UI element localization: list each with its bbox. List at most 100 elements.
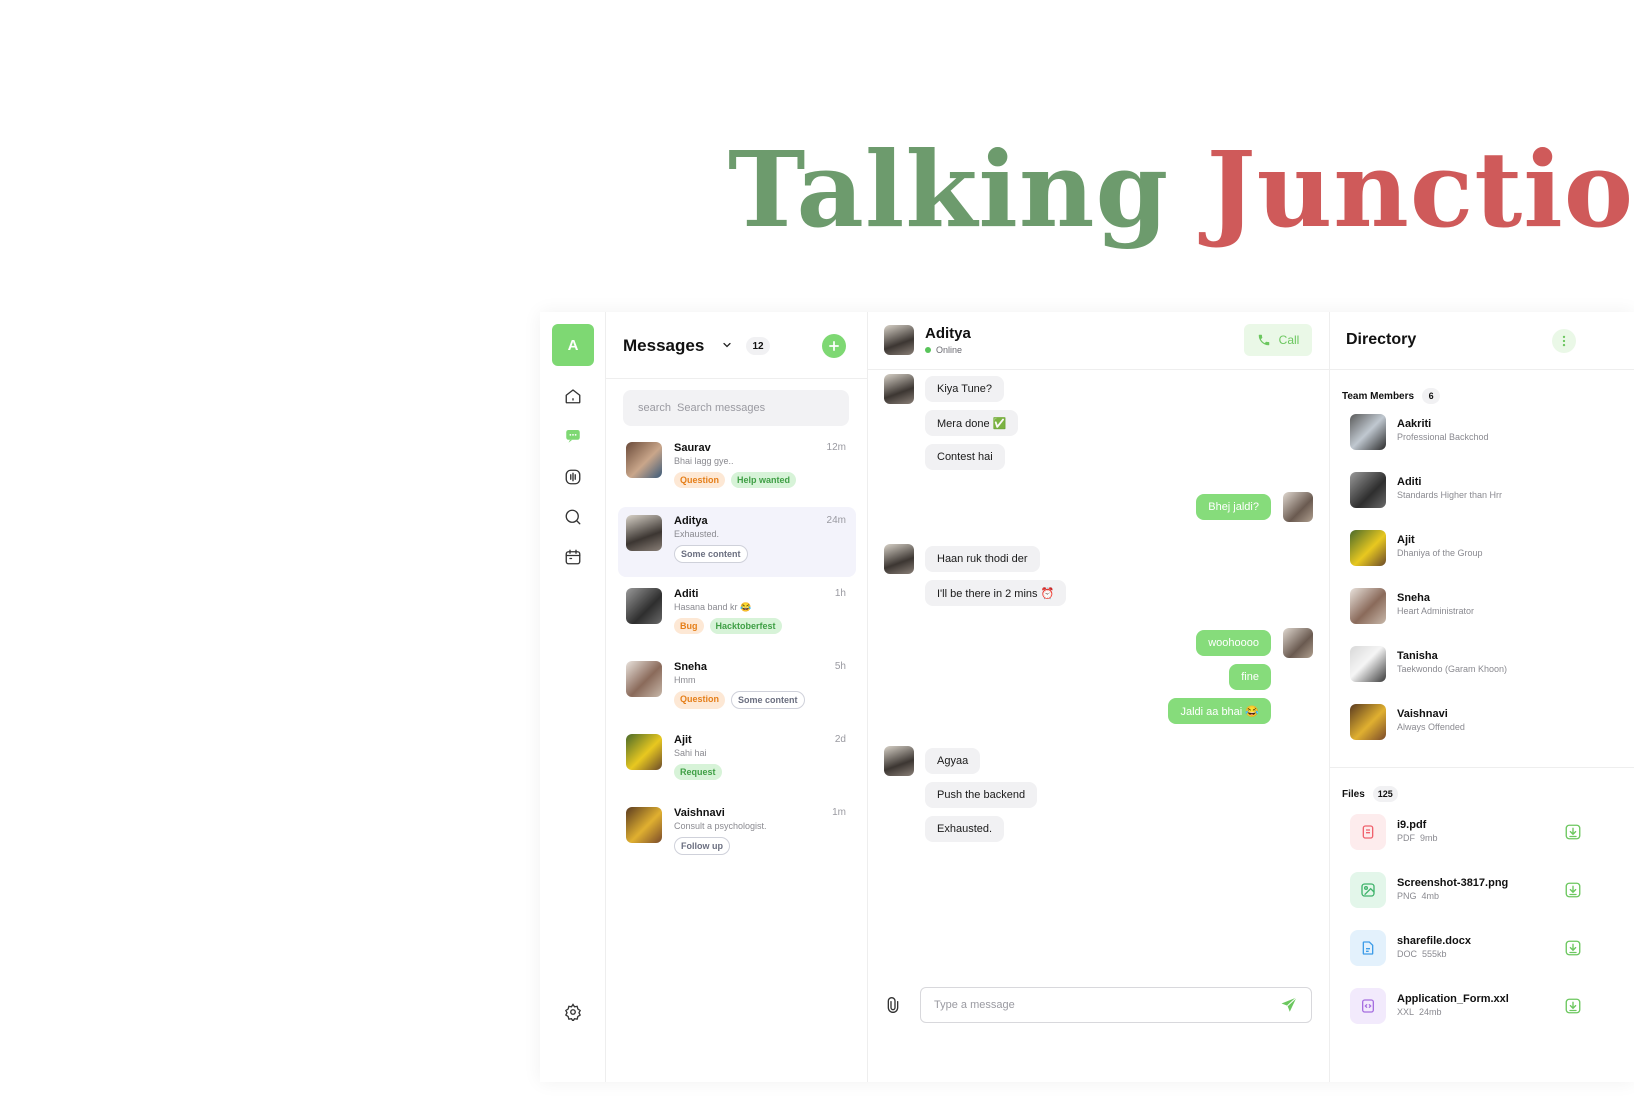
conversation-preview: Exhausted. [674,529,720,539]
calendar-icon[interactable] [561,545,585,569]
conversation-time: 12m [826,442,846,453]
member-name: Tanisha [1397,650,1438,662]
avatar [884,544,914,574]
team-count-badge: 6 [1422,388,1441,404]
message-bubble: Kiya Tune? [925,376,1005,402]
avatar [884,746,914,776]
avatar [626,807,662,843]
avatar [1350,704,1386,740]
avatar [1350,646,1386,682]
chat-icon[interactable] [561,424,585,448]
file-item[interactable]: sharefile.docx DOC 555kb [1350,930,1602,970]
conversation-time: 5h [834,661,846,672]
divider [1330,767,1634,768]
brand-word-talking: Talking [728,128,1170,251]
kebab-menu-icon [1562,335,1566,347]
message-bubble: Jaldi aa bhai 😂 [1168,698,1271,724]
file-item[interactable]: i9.pdf PDF 9mb [1350,814,1602,854]
message-bubble: Haan ruk thodi der [925,546,1040,572]
download-icon[interactable] [1564,997,1582,1020]
member-item-tanisha[interactable]: Tanisha Taekwondo (Garam Khoon) [1350,646,1590,686]
conversation-item-aditya[interactable]: Aditya 24m Exhausted. Some content [618,507,856,577]
call-label: Call [1278,333,1300,347]
voice-icon[interactable] [561,465,585,489]
pdf-file-icon [1350,814,1386,850]
message-placeholder: Type a message [934,999,1015,1011]
files-heading: Files 125 [1342,786,1398,802]
search-input[interactable]: search Search messages [623,390,849,426]
conversation-item-sneha[interactable]: Sneha 5h Hmm Question Some content [618,653,856,723]
paperclip-icon[interactable] [885,996,901,1019]
team-members-title: Team Members [1342,390,1415,402]
message-input[interactable]: Type a message [920,987,1312,1023]
tag: Help wanted [731,472,797,488]
call-button[interactable]: Call [1244,324,1312,356]
status-text: Online [936,345,963,355]
conversation-name: Saurav [674,442,711,454]
message-bubble: woohoooo [1196,630,1271,656]
avatar [1350,588,1386,624]
file-meta: DOC 555kb [1397,949,1447,959]
messages-title[interactable]: Messages [623,336,704,356]
file-item[interactable]: Application_Form.xxl XXL 24mb [1350,988,1602,1028]
brand-title: Talking Junction [728,128,1634,251]
send-icon[interactable] [1280,996,1298,1019]
chat-panel: Aditya Online Call Kiya Tune? Mera done … [868,312,1330,1082]
tag: Question [674,691,726,709]
search-icon[interactable] [561,505,585,529]
file-item[interactable]: Screenshot-3817.png PNG 4mb [1350,872,1602,912]
member-item-aakriti[interactable]: Aakriti Professional Backchod [1350,414,1590,454]
member-role: Heart Administrator [1397,606,1475,616]
avatar [1350,414,1386,450]
conversation-item-vaishnavi[interactable]: Vaishnavi 1m Consult a psychologist. Fol… [618,799,856,869]
conversation-name: Vaishnavi [674,807,725,819]
member-item-ajit[interactable]: Ajit Dhaniya of the Group [1350,530,1590,570]
image-file-icon [1350,872,1386,908]
conversation-time: 2d [834,734,846,745]
avatar [1283,492,1313,522]
nav-rail: A [540,312,606,1082]
avatar [884,325,914,355]
avatar [626,442,662,478]
chevron-down-icon[interactable] [721,338,733,356]
download-icon[interactable] [1564,823,1582,846]
file-name: sharefile.docx [1397,935,1471,947]
member-item-vaishnavi[interactable]: Vaishnavi Always Offended [1350,704,1590,744]
home-icon[interactable] [561,384,585,408]
doc-file-icon [1350,930,1386,966]
member-item-aditi[interactable]: Aditi Standards Higher than Hrr [1350,472,1590,512]
conversation-time: 1m [832,807,846,818]
plus-icon [829,341,839,351]
conversation-item-ajit[interactable]: Ajit 2d Sahi hai Request [618,726,856,796]
file-meta: PNG 4mb [1397,891,1440,901]
message-bubble: Agyaa [925,748,981,774]
conversation-preview: Consult a psychologist. [674,821,767,831]
directory-header: Directory [1330,312,1634,370]
member-role: Taekwondo (Garam Khoon) [1397,664,1508,674]
file-meta: PDF 9mb [1397,833,1438,843]
online-status: Online [925,345,962,355]
code-file-icon [1350,988,1386,1024]
member-role: Professional Backchod [1397,432,1489,442]
settings-icon[interactable] [561,1000,585,1024]
chat-app-window: A Messages 12 search Search messages Sau… [540,312,1634,1082]
message-bubble: I'll be there in 2 mins ⏰ [925,580,1067,606]
member-name: Aakriti [1397,418,1432,430]
member-name: Vaishnavi [1397,708,1448,720]
more-options-button[interactable] [1552,329,1576,353]
conversation-item-aditi[interactable]: Aditi 1h Hasana band kr 😂 Bug Hacktoberf… [618,580,856,650]
tag: Bug [674,618,704,634]
conversation-preview: Hmm [674,675,696,685]
conversation-name: Aditya [674,515,708,527]
user-avatar[interactable]: A [552,324,594,366]
online-dot-icon [925,347,931,353]
download-icon[interactable] [1564,881,1582,904]
message-bubble: Bhej jaldi? [1196,494,1271,520]
new-message-button[interactable] [822,334,846,358]
download-icon[interactable] [1564,939,1582,962]
member-item-sneha[interactable]: Sneha Heart Administrator [1350,588,1590,628]
conversation-item-saurav[interactable]: Saurav 12m Bhai lagg gye.. Question Help… [618,434,856,504]
tag: Hacktoberfest [709,618,782,634]
conversation-time: 1h [834,588,846,599]
messages-count-badge: 12 [746,337,770,355]
